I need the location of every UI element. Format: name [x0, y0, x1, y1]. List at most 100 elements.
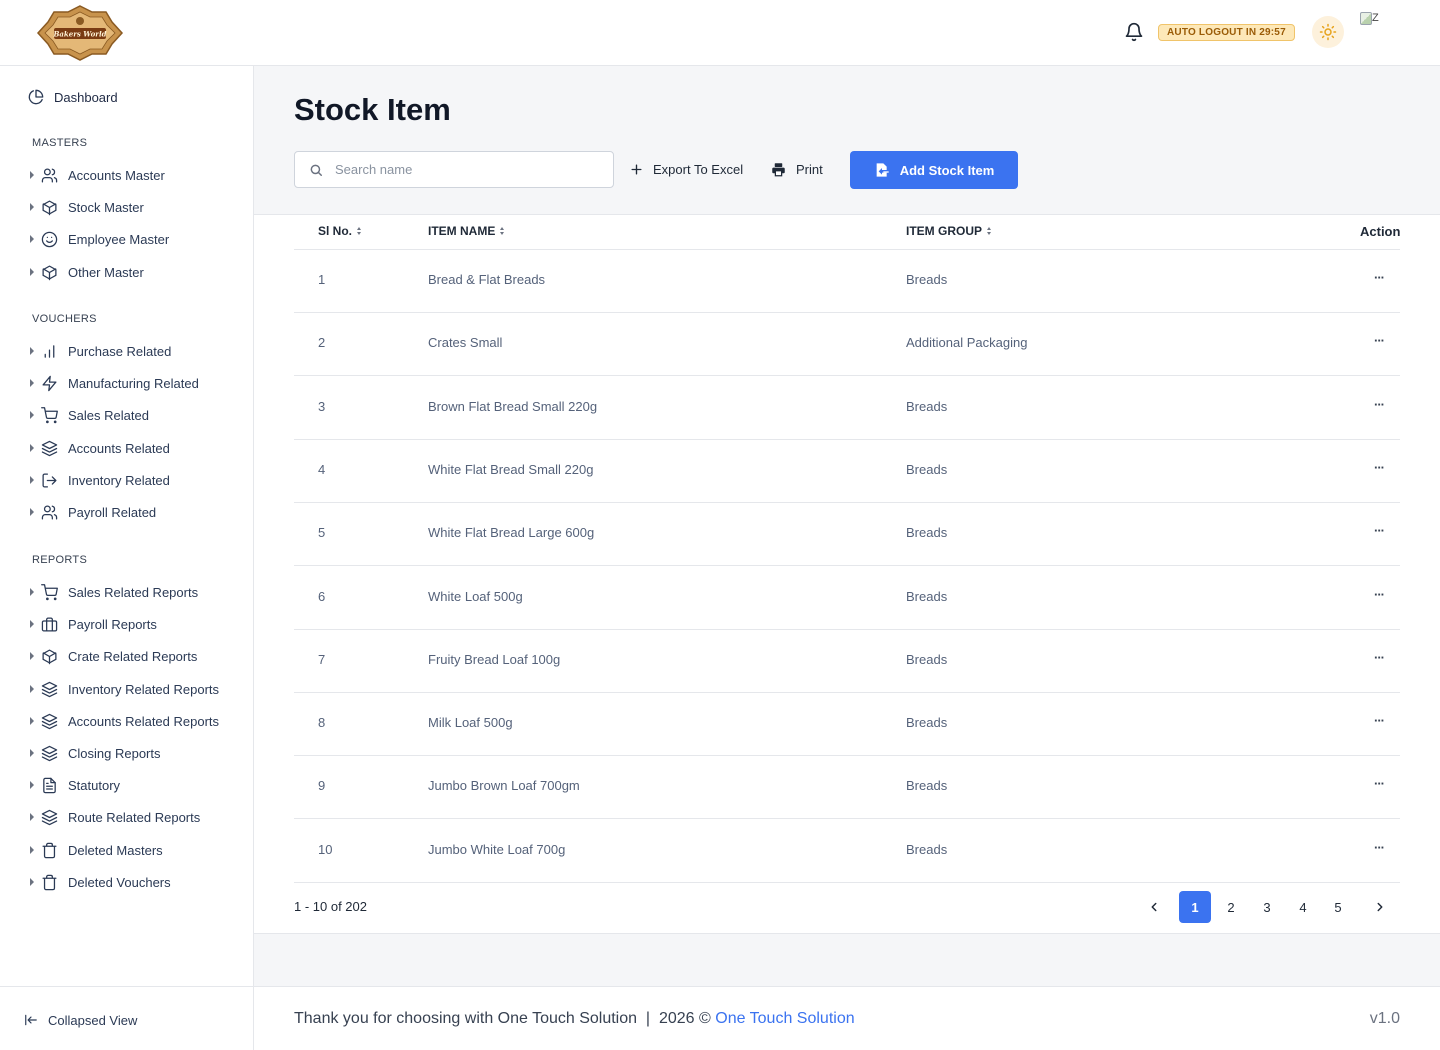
table-row[interactable]: 10 Jumbo White Loaf 700g Breads ···	[294, 820, 1400, 883]
sidebar-item-label: Payroll Reports	[68, 616, 157, 632]
sidebar-item-accounts-master[interactable]: Accounts Master	[30, 166, 165, 184]
layers-icon	[40, 712, 58, 730]
sidebar-item-label: Other Master	[68, 264, 144, 280]
table-row[interactable]: 6 White Loaf 500g Breads ···	[294, 567, 1400, 630]
sidebar-item-deleted-vouchers[interactable]: Deleted Vouchers	[30, 873, 171, 891]
page-button-5[interactable]: 5	[1322, 891, 1354, 923]
caret-right-icon	[30, 685, 34, 693]
page-button-1[interactable]: 1	[1179, 891, 1211, 923]
cell-sl: 8	[318, 715, 326, 731]
chevron-left-icon	[1151, 902, 1157, 912]
sidebar-item-crate-related-reports[interactable]: Crate Related Reports	[30, 647, 197, 665]
sidebar-item-accounts-related-reports[interactable]: Accounts Related Reports	[30, 712, 219, 730]
sidebar-item-sales-related-reports[interactable]: Sales Related Reports	[30, 583, 198, 601]
table-row[interactable]: 5 White Flat Bread Large 600g Breads ···	[294, 503, 1400, 567]
row-action-menu-icon[interactable]: ···	[1374, 840, 1385, 855]
column-header-item-name[interactable]: ITEM NAME	[428, 224, 505, 238]
search-box[interactable]	[294, 151, 614, 188]
print-button[interactable]: Print	[771, 160, 823, 178]
add-stock-item-button[interactable]: Add Stock Item	[850, 151, 1018, 189]
sidebar-item-label: Deleted Masters	[68, 842, 163, 858]
sidebar-item-inventory-related[interactable]: Inventory Related	[30, 471, 170, 489]
prev-page-button[interactable]	[1138, 891, 1170, 923]
cell-sl: 10	[318, 841, 333, 857]
file-icon	[40, 776, 58, 794]
sidebar-item-closing-reports[interactable]: Closing Reports	[30, 744, 161, 762]
bar-chart-icon	[40, 342, 58, 360]
column-header-sl[interactable]: Sl No.	[318, 224, 362, 238]
sidebar-item-statutory[interactable]: Statutory	[30, 776, 120, 794]
row-action-menu-icon[interactable]: ···	[1374, 270, 1385, 285]
sidebar-item-payroll-related[interactable]: Payroll Related	[30, 503, 156, 521]
sort-icon[interactable]	[987, 226, 992, 236]
row-action-menu-icon[interactable]: ···	[1374, 460, 1385, 475]
cell-sl: 7	[318, 651, 326, 667]
collapsed-view-button[interactable]: Collapsed View	[24, 1011, 137, 1029]
sidebar-item-other-master[interactable]: Other Master	[30, 263, 144, 281]
cell-item-group: Breads	[906, 398, 948, 414]
zap-icon	[40, 374, 58, 392]
cart-icon	[40, 583, 58, 601]
sidebar-item-payroll-reports[interactable]: Payroll Reports	[30, 615, 157, 633]
sidebar-item-manufacturing-related[interactable]: Manufacturing Related	[30, 374, 199, 392]
sidebar-item-deleted-masters[interactable]: Deleted Masters	[30, 841, 163, 859]
sidebar-item-accounts-related[interactable]: Accounts Related	[30, 439, 170, 457]
collapsed-view-label: Collapsed View	[48, 1012, 138, 1028]
caret-right-icon	[30, 652, 34, 660]
sort-icon[interactable]	[357, 226, 362, 236]
cell-sl: 4	[318, 461, 326, 477]
table-row[interactable]: 9 Jumbo Brown Loaf 700gm Breads ···	[294, 756, 1400, 820]
user-avatar[interactable]: Z	[1360, 12, 1384, 32]
page-button-3[interactable]: 3	[1251, 891, 1283, 923]
sort-icon[interactable]	[500, 226, 505, 236]
search-input[interactable]	[335, 162, 585, 177]
table-row[interactable]: 8 Milk Loaf 500g Breads ···	[294, 693, 1400, 757]
theme-toggle-button[interactable]	[1312, 16, 1344, 48]
users-icon	[40, 166, 58, 184]
page-button-2[interactable]: 2	[1215, 891, 1247, 923]
row-action-menu-icon[interactable]: ···	[1374, 713, 1385, 728]
sidebar-item-inventory-related-reports[interactable]: Inventory Related Reports	[30, 680, 219, 698]
next-page-button[interactable]	[1364, 891, 1396, 923]
row-action-menu-icon[interactable]: ···	[1374, 523, 1385, 538]
pie-chart-icon	[28, 89, 44, 105]
sidebar-item-stock-master[interactable]: Stock Master	[30, 198, 144, 216]
box-icon	[40, 263, 58, 281]
row-action-menu-icon[interactable]: ···	[1374, 587, 1385, 602]
caret-right-icon	[30, 717, 34, 725]
sidebar-item-route-related-reports[interactable]: Route Related Reports	[30, 808, 200, 826]
sidebar-item-employee-master[interactable]: Employee Master	[30, 230, 169, 248]
row-action-menu-icon[interactable]: ···	[1374, 650, 1385, 665]
row-action-menu-icon[interactable]: ···	[1374, 776, 1385, 791]
sidebar-item-label: Inventory Related	[68, 472, 170, 488]
column-header-sl-label: Sl No.	[318, 224, 353, 238]
table-row[interactable]: 4 White Flat Bread Small 220g Breads ···	[294, 440, 1400, 503]
page-footer: Thank you for choosing with One Touch So…	[254, 986, 1440, 1050]
sidebar-item-label: Stock Master	[68, 199, 144, 215]
sidebar-item-dashboard[interactable]: Dashboard	[28, 88, 118, 106]
cell-sl: 2	[318, 335, 326, 351]
row-action-menu-icon[interactable]: ···	[1374, 333, 1385, 348]
bakers-world-logo[interactable]: Bakers World	[36, 4, 124, 62]
users-icon	[40, 503, 58, 521]
cell-item-name: Bread & Flat Breads	[428, 272, 546, 287]
caret-right-icon	[30, 235, 34, 243]
page-button-4[interactable]: 4	[1287, 891, 1319, 923]
footer-link[interactable]: One Touch Solution	[715, 1010, 854, 1027]
cell-sl: 1	[318, 272, 326, 287]
table-row[interactable]: 1 Bread & Flat Breads Breads ···	[294, 250, 1400, 313]
cell-sl: 6	[318, 588, 326, 604]
row-action-menu-icon[interactable]: ···	[1374, 397, 1385, 412]
column-header-item-group[interactable]: ITEM GROUP	[906, 224, 992, 238]
notification-bell-icon[interactable]	[1124, 22, 1144, 42]
sidebar-item-label: Sales Related Reports	[68, 584, 199, 600]
table-row[interactable]: 2 Crates Small Additional Packaging ···	[294, 313, 1400, 377]
table-row[interactable]: 7 Fruity Bread Loaf 100g Breads ···	[294, 630, 1400, 693]
sidebar-item-sales-related[interactable]: Sales Related	[30, 406, 149, 424]
export-to-excel-button[interactable]: Export To Excel	[630, 160, 743, 178]
table-row[interactable]: 3 Brown Flat Bread Small 220g Breads ···	[294, 377, 1400, 440]
sidebar-item-purchase-related[interactable]: Purchase Related	[30, 342, 171, 360]
footer-thanks: Thank you for choosing with One Touch So…	[294, 1010, 711, 1027]
cell-item-name: Milk Loaf 500g	[428, 715, 513, 731]
sidebar-item-label: Statutory	[68, 777, 121, 793]
